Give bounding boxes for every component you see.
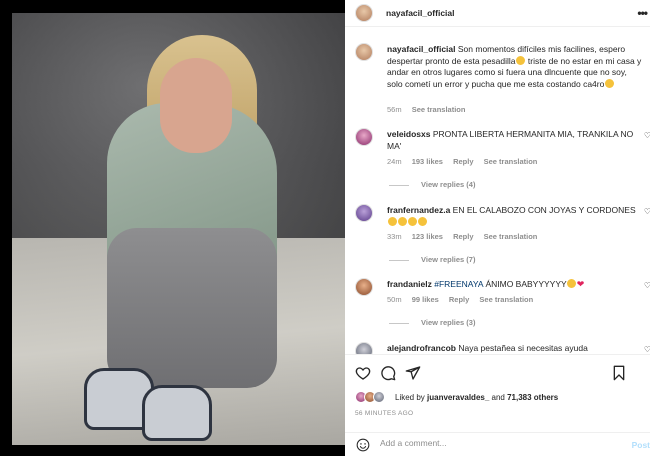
- comment-body: Naya pestañea si necesitas ayuda: [458, 343, 588, 353]
- commenter-username[interactable]: franfernandez.a: [387, 205, 450, 215]
- comment-meta: 33m 123 likes Reply See translation: [387, 232, 545, 241]
- hashtag-link[interactable]: #FREENAYA: [434, 279, 483, 289]
- photo-face: [160, 58, 232, 153]
- comment-time: 50m: [387, 295, 402, 304]
- post-header: nayafacil_official •••: [345, 0, 650, 27]
- author-username[interactable]: nayafacil_official: [386, 8, 455, 18]
- like-comment-heart-icon[interactable]: ♡: [644, 131, 650, 140]
- add-comment-input[interactable]: [380, 438, 610, 448]
- commenter-username[interactable]: veleidosxs: [387, 129, 430, 139]
- liker-avatar[interactable]: [373, 391, 385, 403]
- commenter-avatar[interactable]: [355, 278, 373, 296]
- post-side-panel: nayafacil_official ••• nayafacil_officia…: [345, 0, 650, 456]
- view-replies-label: View replies (7): [421, 255, 476, 264]
- author-avatar[interactable]: [355, 4, 373, 22]
- view-replies-button[interactable]: View replies (3): [389, 318, 475, 327]
- comment-text: veleidosxs PRONTA LIBERTA HERMANITA MIA,…: [387, 129, 643, 152]
- caption-see-translation[interactable]: See translation: [412, 105, 466, 114]
- laughing-emoji-icon: [417, 216, 427, 226]
- photo-pants: [107, 228, 277, 388]
- comment-likes[interactable]: 99 likes: [412, 295, 439, 304]
- comment-likes[interactable]: 193 likes: [412, 157, 443, 166]
- see-translation-button[interactable]: See translation: [484, 157, 538, 166]
- comment-body: ÁNIMO BABYYYYYY: [483, 279, 567, 289]
- laughing-emoji-icon: [387, 216, 397, 226]
- commenter-avatar[interactable]: [355, 128, 373, 146]
- share-paper-plane-icon[interactable]: [405, 365, 421, 381]
- post-photo[interactable]: [12, 13, 345, 445]
- view-replies-button[interactable]: View replies (4): [389, 180, 475, 189]
- like-comment-heart-icon[interactable]: ♡: [644, 345, 650, 354]
- comments-list[interactable]: nayafacil_official Son momentos difícile…: [345, 28, 650, 354]
- post-actions: Liked by juanveravaldes_ and 71,383 othe…: [345, 354, 650, 454]
- reply-button[interactable]: Reply: [453, 232, 473, 241]
- comment-time: 24m: [387, 157, 402, 166]
- like-heart-icon[interactable]: [355, 365, 371, 381]
- liked-by-text: Liked by juanveravaldes_ and 71,383 othe…: [395, 393, 558, 402]
- caption-text: nayafacil_official Son momentos difícile…: [387, 44, 643, 90]
- comment-text: alejandrofrancob Naya pestañea si necesi…: [387, 343, 643, 354]
- view-replies-label: View replies (3): [421, 318, 476, 327]
- comment-time: 33m: [387, 232, 402, 241]
- like-comment-heart-icon[interactable]: ♡: [644, 207, 650, 216]
- post-time-ago[interactable]: 56 MINUTES AGO: [355, 410, 413, 417]
- laughing-emoji-icon: [407, 216, 417, 226]
- photo-shoe-right: [142, 385, 212, 441]
- caption-username[interactable]: nayafacil_official: [387, 44, 456, 54]
- sad-emoji-icon: [567, 279, 577, 288]
- laughing-emoji-icon: [397, 216, 407, 226]
- caption-meta: 56m See translation: [387, 105, 473, 114]
- comment-meta: 50m 99 likes Reply See translation: [387, 295, 541, 304]
- more-horizontal-icon[interactable]: •••: [637, 6, 648, 20]
- modal-backdrop[interactable]: [0, 0, 12, 456]
- caption-time: 56m: [387, 105, 402, 114]
- reply-button[interactable]: Reply: [449, 295, 469, 304]
- replies-divider: [389, 259, 409, 261]
- comment-body: EN EL CALABOZO CON JOYAS Y CORDONES: [452, 205, 636, 215]
- caption-avatar[interactable]: [355, 43, 373, 61]
- liked-by-prefix: Liked by: [395, 393, 428, 402]
- see-translation-button[interactable]: See translation: [484, 232, 538, 241]
- sad-emoji-icon: [516, 55, 526, 65]
- view-replies-label: View replies (4): [421, 180, 476, 189]
- liked-by-others[interactable]: 71,383 others: [507, 393, 558, 402]
- save-bookmark-icon[interactable]: [611, 365, 627, 381]
- red-heart-emoji-icon: ❤: [576, 279, 585, 289]
- sad-emoji-icon: [604, 78, 614, 88]
- commenter-avatar[interactable]: [355, 342, 373, 354]
- add-comment-row: Post: [345, 432, 650, 456]
- like-comment-heart-icon[interactable]: ♡: [644, 281, 650, 290]
- comment-meta: 24m 193 likes Reply See translation: [387, 157, 545, 166]
- see-translation-button[interactable]: See translation: [479, 295, 533, 304]
- comment-bubble-icon[interactable]: [380, 365, 396, 381]
- comment-likes[interactable]: 123 likes: [412, 232, 443, 241]
- commenter-username[interactable]: frandanielz: [387, 279, 432, 289]
- commenter-username[interactable]: alejandrofrancob: [387, 343, 456, 353]
- reply-button[interactable]: Reply: [453, 157, 473, 166]
- commenter-avatar[interactable]: [355, 204, 373, 222]
- replies-divider: [389, 322, 409, 324]
- liked-by-user[interactable]: juanveravaldes_: [427, 393, 489, 402]
- comment-text: franfernandez.a EN EL CALABOZO CON JOYAS…: [387, 205, 643, 228]
- post-comment-button[interactable]: Post: [632, 440, 650, 450]
- replies-divider: [389, 184, 409, 186]
- emoji-smile-icon[interactable]: [356, 438, 370, 452]
- view-replies-button[interactable]: View replies (7): [389, 255, 475, 264]
- liked-by-and: and: [489, 393, 508, 402]
- comment-text: frandanielz #FREENAYA ÁNIMO BABYYYYYY ❤: [387, 279, 643, 291]
